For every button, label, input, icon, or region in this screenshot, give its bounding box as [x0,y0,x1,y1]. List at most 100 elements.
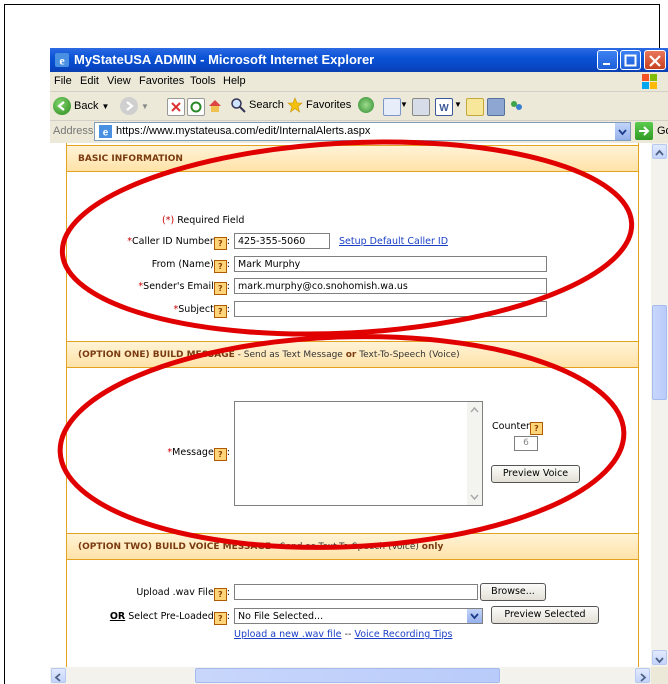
address-bar: Address e https://www.mystateusa.com/edi… [50,121,668,143]
email-row: *Sender's Email?: mark.murphy@co.snohomi… [67,278,638,296]
upload-file-input[interactable] [234,584,478,600]
go-button[interactable]: Go [635,122,668,140]
search-button[interactable]: Search [230,97,284,113]
toolbar: Back ▼ ▼ Search Favorites ▼ W ▼ [50,92,668,121]
option-one-header: (OPTION ONE) BUILD MESSAGE - Send as Tex… [67,341,638,368]
upload-row: Upload .wav File?: Browse... [67,583,638,602]
link-separator: -- [341,629,355,640]
select-dropdown-icon[interactable] [467,609,482,623]
help-icon[interactable]: ? [213,282,227,295]
email-label: Sender's Email [143,281,214,292]
messenger-icon[interactable] [508,98,524,114]
menu-bar: File Edit View Favorites Tools Help [50,72,668,92]
counter-value: 6 [514,436,538,451]
scroll-right-icon[interactable] [635,668,650,683]
option-two-prefix: (OPTION TWO) [78,542,152,552]
edit-icon[interactable]: W [435,98,453,116]
forward-dropdown-icon[interactable]: ▼ [141,102,149,111]
basic-info-title: BASIC INFORMATION [78,154,183,164]
svg-text:e: e [103,128,109,139]
scroll-down-icon[interactable] [652,650,667,665]
maximize-icon [624,54,637,67]
help-icon[interactable]: ? [213,260,227,273]
preloaded-label: Select Pre-Loaded [125,611,214,622]
minimize-button[interactable] [597,50,618,70]
svg-text:e: e [59,54,65,68]
upload-wav-link[interactable]: Upload a new .wav file [234,629,342,640]
option-one-title: BUILD MESSAGE [149,350,235,360]
option-two-desc: - Send as Text-To-Speech (Voice) [270,542,422,552]
message-textarea[interactable] [234,401,483,506]
scroll-up-icon[interactable] [652,144,667,159]
caller-id-label: Caller ID Number [131,236,214,247]
refresh-icon[interactable] [187,98,205,116]
caller-id-input[interactable]: 425-355-5060 [234,233,330,249]
close-button[interactable] [644,50,666,70]
menu-help[interactable]: Help [223,75,246,87]
help-icon[interactable]: ? [213,612,227,625]
option-two-only: only [421,542,444,552]
address-dropdown-icon[interactable] [615,123,630,140]
help-icon[interactable]: ? [213,237,227,250]
menu-file[interactable]: File [54,75,72,87]
subject-label: Subject [178,304,214,315]
preloaded-select[interactable]: No File Selected... [234,608,483,624]
subject-row: *Subject?: [67,301,638,319]
option-one-desc: - Send as Text Message [234,350,346,360]
help-icon[interactable]: ? [213,588,227,601]
from-label: From (Name) [151,259,214,270]
help-icon[interactable]: ? [529,422,543,435]
address-label: Address [53,125,94,137]
window-title: MyStateUSA ADMIN - Microsoft Internet Ex… [74,52,375,67]
back-button[interactable]: Back ▼ [53,97,109,115]
page-content: BASIC INFORMATION (*) Required Field *Ca… [50,143,668,684]
menu-tools[interactable]: Tools [190,75,216,87]
menu-view[interactable]: View [107,75,131,87]
back-dropdown-icon[interactable]: ▼ [101,102,109,111]
vertical-scrollbar[interactable] [651,143,668,667]
star-icon [287,97,303,113]
discuss-icon[interactable] [466,98,484,116]
option-one-or: or [345,350,357,360]
menu-edit[interactable]: Edit [80,75,99,87]
stop-icon[interactable] [167,98,185,116]
upload-links-row: Upload a new .wav file -- Voice Recordin… [234,629,452,640]
textarea-scrollbar[interactable] [467,402,482,505]
menu-favorites[interactable]: Favorites [139,75,184,87]
edit-dropdown-icon[interactable]: ▼ [454,100,462,109]
help-icon[interactable]: ? [213,305,227,318]
scroll-corner [651,667,668,684]
mail-icon[interactable] [383,98,401,116]
browse-button[interactable]: Browse... [480,583,546,601]
horizontal-scroll-thumb[interactable] [195,668,500,683]
preview-selected-button[interactable]: Preview Selected [491,606,599,624]
maximize-button[interactable] [620,50,641,70]
history-icon[interactable] [358,97,374,113]
setup-caller-id-link[interactable]: Setup Default Caller ID [339,236,448,247]
option-two-header: (OPTION TWO) BUILD VOICE MESSAGE - Send … [67,533,638,560]
scroll-left-icon[interactable] [51,668,66,683]
message-label: Message [172,447,214,458]
horizontal-scrollbar[interactable] [50,667,651,684]
windows-logo-icon [642,74,657,89]
mail-dropdown-icon[interactable]: ▼ [400,100,408,109]
subject-input[interactable] [234,301,547,317]
preview-voice-button[interactable]: Preview Voice [491,465,580,483]
forward-button[interactable]: ▼ [120,97,149,115]
print-icon[interactable] [412,98,430,116]
home-icon[interactable] [207,98,223,114]
title-bar: e MyStateUSA ADMIN - Microsoft Internet … [50,48,668,72]
address-input[interactable]: e https://www.mystateusa.com/edit/Intern… [94,122,631,141]
vertical-scroll-thumb[interactable] [652,305,667,400]
help-icon[interactable]: ? [213,448,227,461]
from-name-input[interactable]: Mark Murphy [234,256,547,272]
option-one-prefix: (OPTION ONE) [78,350,150,360]
back-label: Back [74,100,99,112]
sender-email-input[interactable]: mark.murphy@co.snohomish.wa.us [234,278,547,294]
favorites-button[interactable]: Favorites [287,97,351,113]
favorites-label: Favorites [306,99,352,111]
voice-tips-link[interactable]: Voice Recording Tips [354,629,452,640]
ie-logo-icon: e [55,53,69,68]
research-icon[interactable] [487,98,505,116]
go-label: Go [657,125,668,137]
